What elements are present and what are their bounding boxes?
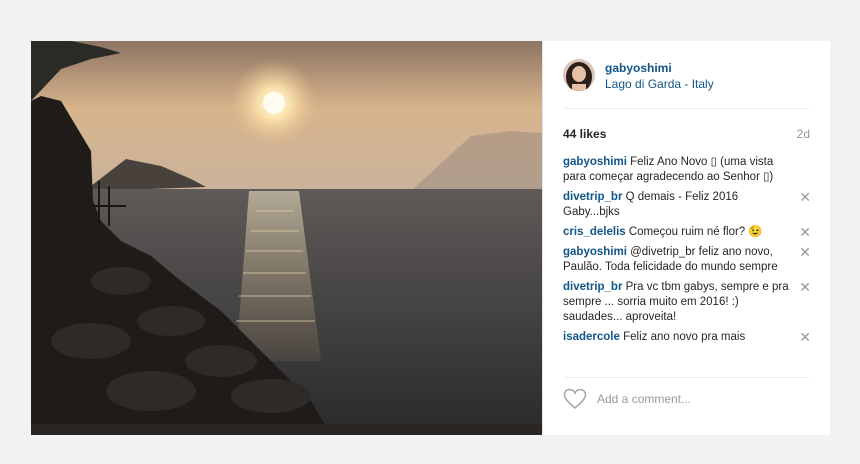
photo-bottom-strip — [31, 424, 542, 435]
comment-bar: Add a comment... — [563, 377, 810, 417]
comment-item: divetrip_br Pra vc tbm gabys, sempre e p… — [563, 280, 813, 325]
add-comment-input[interactable]: Add a comment... — [597, 392, 691, 406]
comment-text: Feliz ano novo pra mais — [623, 331, 746, 343]
comment-username[interactable]: gabyoshimi — [563, 246, 627, 258]
comment-item: divetrip_br Q demais - Feliz 2016 Gaby..… — [563, 190, 813, 220]
post-header: gabyoshimi Lago di Garda - Italy — [563, 57, 810, 109]
author-username[interactable]: gabyoshimi — [605, 61, 672, 75]
likes-count[interactable]: 44 likes — [563, 127, 606, 141]
post-age[interactable]: 2d — [797, 127, 810, 141]
comment-username[interactable]: cris_delelis — [563, 226, 626, 238]
post-side-panel: gabyoshimi Lago di Garda - Italy 44 like… — [542, 41, 830, 435]
comment-text: Começou ruim né flor? 😉 — [628, 226, 763, 238]
comment-username[interactable]: isadercole — [563, 331, 620, 343]
comment-item: isadercole Feliz ano novo pra mais ✕ — [563, 330, 813, 345]
comment-item: cris_delelis Começou ruim né flor? 😉 ✕ — [563, 225, 813, 240]
comment-item: gabyoshimi @divetrip_br feliz ano novo, … — [563, 245, 813, 275]
avatar[interactable] — [563, 59, 595, 91]
delete-comment-close-icon[interactable]: ✕ — [799, 280, 811, 295]
comment-username[interactable]: gabyoshimi — [563, 156, 627, 168]
comment-username[interactable]: divetrip_br — [563, 281, 622, 293]
delete-comment-close-icon[interactable]: ✕ — [799, 330, 811, 345]
post-modal: gabyoshimi Lago di Garda - Italy 44 like… — [31, 41, 830, 435]
post-photo — [31, 41, 542, 435]
comment-caption: gabyoshimi Feliz Ano Novo ▯ (uma vista p… — [563, 155, 813, 185]
delete-comment-close-icon[interactable]: ✕ — [799, 225, 811, 240]
post-location[interactable]: Lago di Garda - Italy — [605, 77, 714, 91]
delete-comment-close-icon[interactable]: ✕ — [799, 245, 811, 260]
comment-username[interactable]: divetrip_br — [563, 191, 622, 203]
comment-list[interactable]: gabyoshimi Feliz Ano Novo ▯ (uma vista p… — [563, 155, 813, 369]
like-heart-icon[interactable] — [563, 388, 587, 410]
delete-comment-close-icon[interactable]: ✕ — [799, 190, 811, 205]
